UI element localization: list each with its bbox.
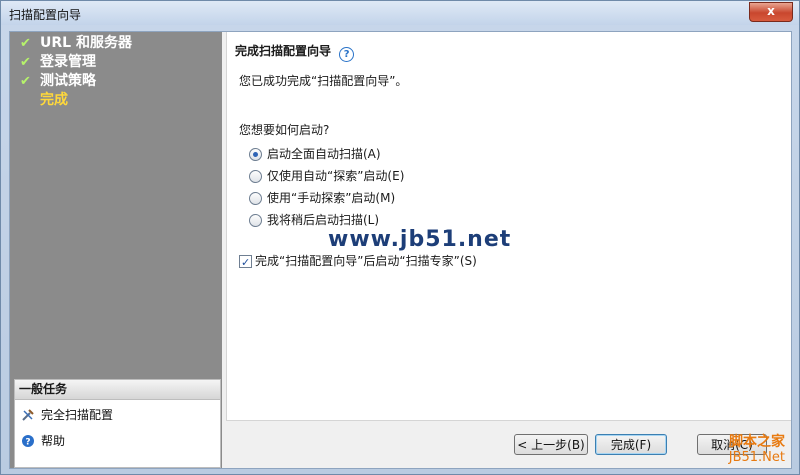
task-label: 帮助 [41,434,66,448]
tools-icon [22,409,34,421]
option-label: 启动全面自动扫描(A) [267,147,381,161]
wizard-steps: ✔ URL 和服务器 ✔ 登录管理 ✔ 测试策略 完成 [14,34,132,110]
option-manual-explore[interactable]: 使用“手动探索”启动(M) [249,187,404,209]
task-label: 完全扫描配置 [41,408,114,422]
radio-button[interactable] [249,148,262,161]
brand-watermark: 脚本之家 JB51.Net [729,434,785,466]
watermark: www.jb51.net [328,227,512,252]
wizard-client: ✔ URL 和服务器 ✔ 登录管理 ✔ 测试策略 完成 一般任务 完全扫描配置 … [9,31,792,469]
title-bar[interactable]: 扫描配置向导 x [1,1,799,25]
help-icon[interactable]: ? [339,47,355,62]
close-button[interactable]: x [749,2,793,22]
radio-button[interactable] [249,192,262,205]
main-content: 完成扫描配置向导 ? 您已成功完成“扫描配置向导”。 您想要如何启动? 启动全面… [226,32,791,468]
task-help[interactable]: ? 帮助 [15,430,220,452]
tasks-title: 一般任务 [15,380,220,400]
step-label: URL 和服务器 [40,35,132,51]
checkbox-label: 完成“扫描配置向导”后启动“扫描专家”(S) [255,254,477,268]
option-auto-explore[interactable]: 仅使用自动“探索”启动(E) [249,165,404,187]
brand-line1: 脚本之家 [729,434,785,450]
launch-scan-expert-option[interactable]: 完成“扫描配置向导”后启动“扫描专家”(S) [239,251,477,273]
check-icon: ✔ [20,36,31,51]
option-full-auto-scan[interactable]: 启动全面自动扫描(A) [249,143,404,165]
help-icon: ? [22,435,34,448]
content-panel: 完成扫描配置向导 ? 您已成功完成“扫描配置向导”。 您想要如何启动? 启动全面… [226,32,791,420]
window-title: 扫描配置向导 [9,8,82,22]
intro-text: 您已成功完成“扫描配置向导”。 [239,74,408,88]
check-icon: ✔ [20,74,31,89]
page-title-text: 完成扫描配置向导 [235,44,332,58]
wizard-window: 扫描配置向导 x ✔ URL 和服务器 ✔ 登录管理 ✔ 测试策略 完成 一般任… [0,0,800,475]
footer-divider [226,420,791,421]
check-icon: ✔ [20,55,31,70]
radio-button[interactable] [249,214,262,227]
step-url-server: ✔ URL 和服务器 [14,34,132,53]
task-full-scan-config[interactable]: 完全扫描配置 [15,404,220,426]
start-options: 启动全面自动扫描(A) 仅使用自动“探索”启动(E) 使用“手动探索”启动(M)… [249,143,404,231]
radio-button[interactable] [249,170,262,183]
page-title: 完成扫描配置向导 ? [235,42,355,62]
option-label: 仅使用自动“探索”启动(E) [267,169,405,183]
option-label: 我将稍后启动扫描(L) [267,213,380,227]
step-label: 登录管理 [40,54,96,70]
step-login: ✔ 登录管理 [14,53,132,72]
step-test-policy: ✔ 测试策略 [14,72,132,91]
brand-line2: JB51.Net [728,450,785,465]
sidebar: ✔ URL 和服务器 ✔ 登录管理 ✔ 测试策略 完成 一般任务 完全扫描配置 … [10,32,222,468]
step-finish: 完成 [14,91,132,110]
tasks-panel: 一般任务 完全扫描配置 ? 帮助 [14,379,221,468]
option-label: 使用“手动探索”启动(M) [267,191,396,205]
finish-button[interactable]: 完成(F) [595,434,667,455]
step-label: 完成 [40,92,68,108]
svg-text:?: ? [25,438,30,448]
step-label: 测试策略 [40,73,96,89]
checkbox[interactable] [239,253,252,273]
back-button[interactable]: < 上一步(B) [514,434,588,455]
start-question: 您想要如何启动? [239,123,330,137]
